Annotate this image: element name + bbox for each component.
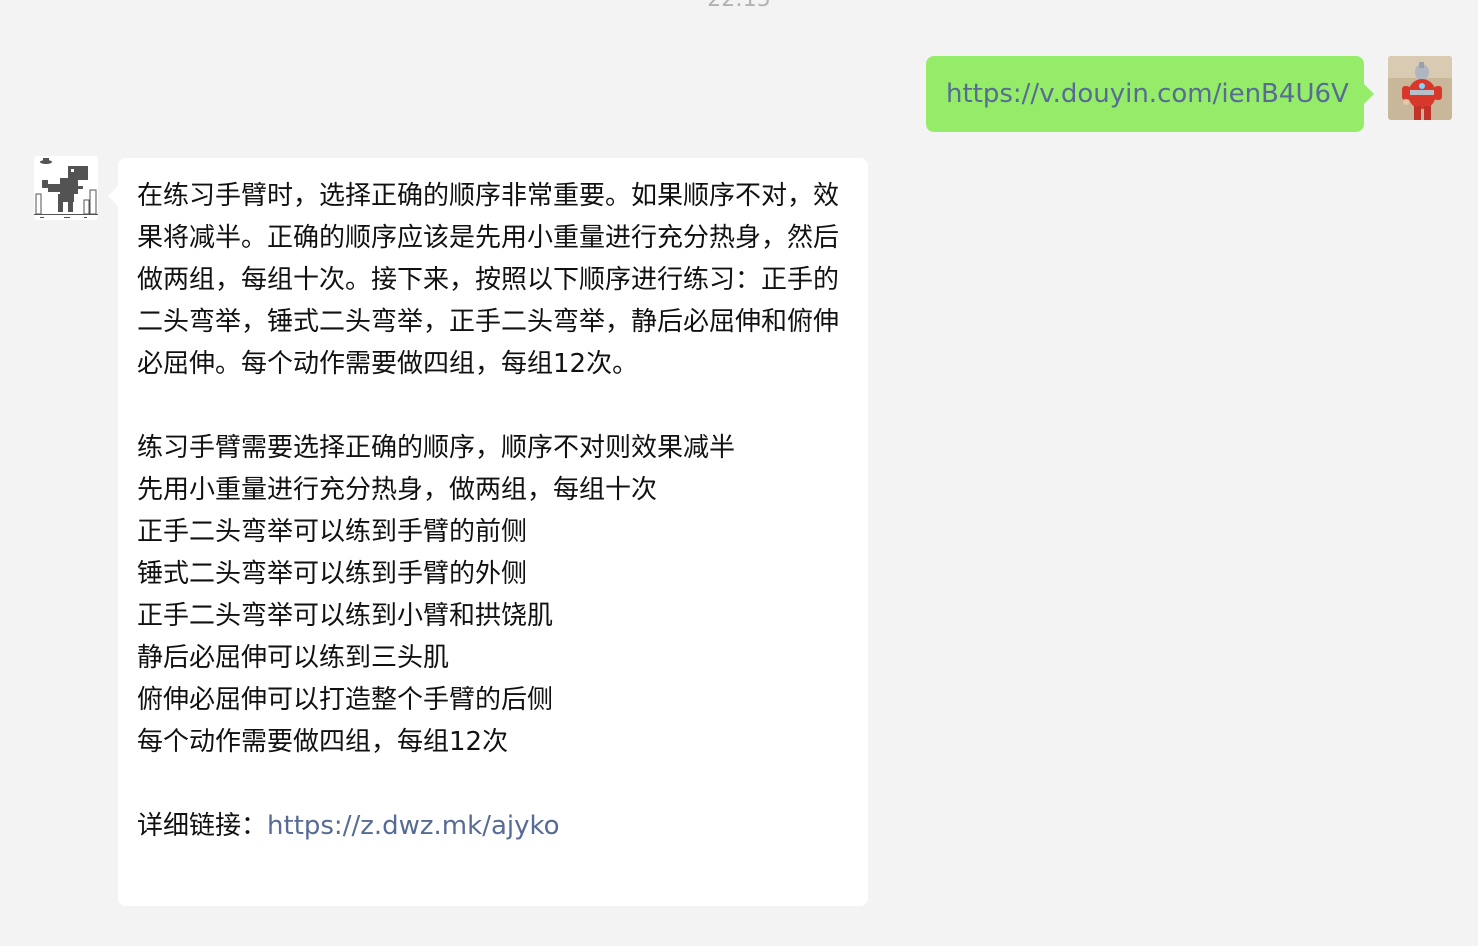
summary-line: 先用小重量进行充分热身，做两组，每组十次 bbox=[137, 475, 658, 505]
bot-avatar[interactable] bbox=[34, 156, 98, 220]
douyin-link[interactable]: https://v.douyin.com/ienB4U6V bbox=[946, 79, 1349, 109]
detail-spacer bbox=[137, 763, 849, 805]
user-avatar[interactable] bbox=[1388, 56, 1452, 120]
summary-line: 静后必屈伸可以练到三头肌 bbox=[137, 643, 450, 673]
summary-list: 练习手臂需要选择正确的顺序，顺序不对则效果减半 先用小重量进行充分热身，做两组，… bbox=[137, 427, 849, 763]
outgoing-message-bubble[interactable]: https://v.douyin.com/ienB4U6V bbox=[926, 56, 1374, 132]
summary-line: 锤式二头弯举可以练到手臂的外侧 bbox=[137, 559, 528, 589]
detail-row: 详细链接：https://z.dwz.mk/ajyko bbox=[137, 805, 849, 847]
incoming-message-bubble[interactable]: 在练习手臂时，选择正确的顺序非常重要。如果顺序不对，效果将减半。正确的顺序应该是… bbox=[108, 158, 868, 906]
summary-line: 正手二头弯举可以练到手臂的前侧 bbox=[137, 517, 528, 547]
summary-line: 每个动作需要做四组，每组12次 bbox=[137, 727, 509, 757]
message-paragraph: 在练习手臂时，选择正确的顺序非常重要。如果顺序不对，效果将减半。正确的顺序应该是… bbox=[137, 181, 840, 379]
summary-line: 练习手臂需要选择正确的顺序，顺序不对则效果减半 bbox=[137, 433, 736, 463]
detail-label: 详细链接： bbox=[137, 811, 268, 841]
summary-line: 正手二头弯举可以练到小臂和拱饶肌 bbox=[137, 601, 554, 631]
superhero-figure-icon bbox=[1388, 56, 1452, 120]
message-timestamp: 22:15 bbox=[0, 0, 1478, 14]
dinosaur-icon bbox=[34, 156, 98, 220]
detail-link[interactable]: https://z.dwz.mk/ajyko bbox=[267, 811, 560, 841]
summary-line: 俯伸必屈伸可以打造整个手臂的后侧 bbox=[137, 685, 554, 715]
